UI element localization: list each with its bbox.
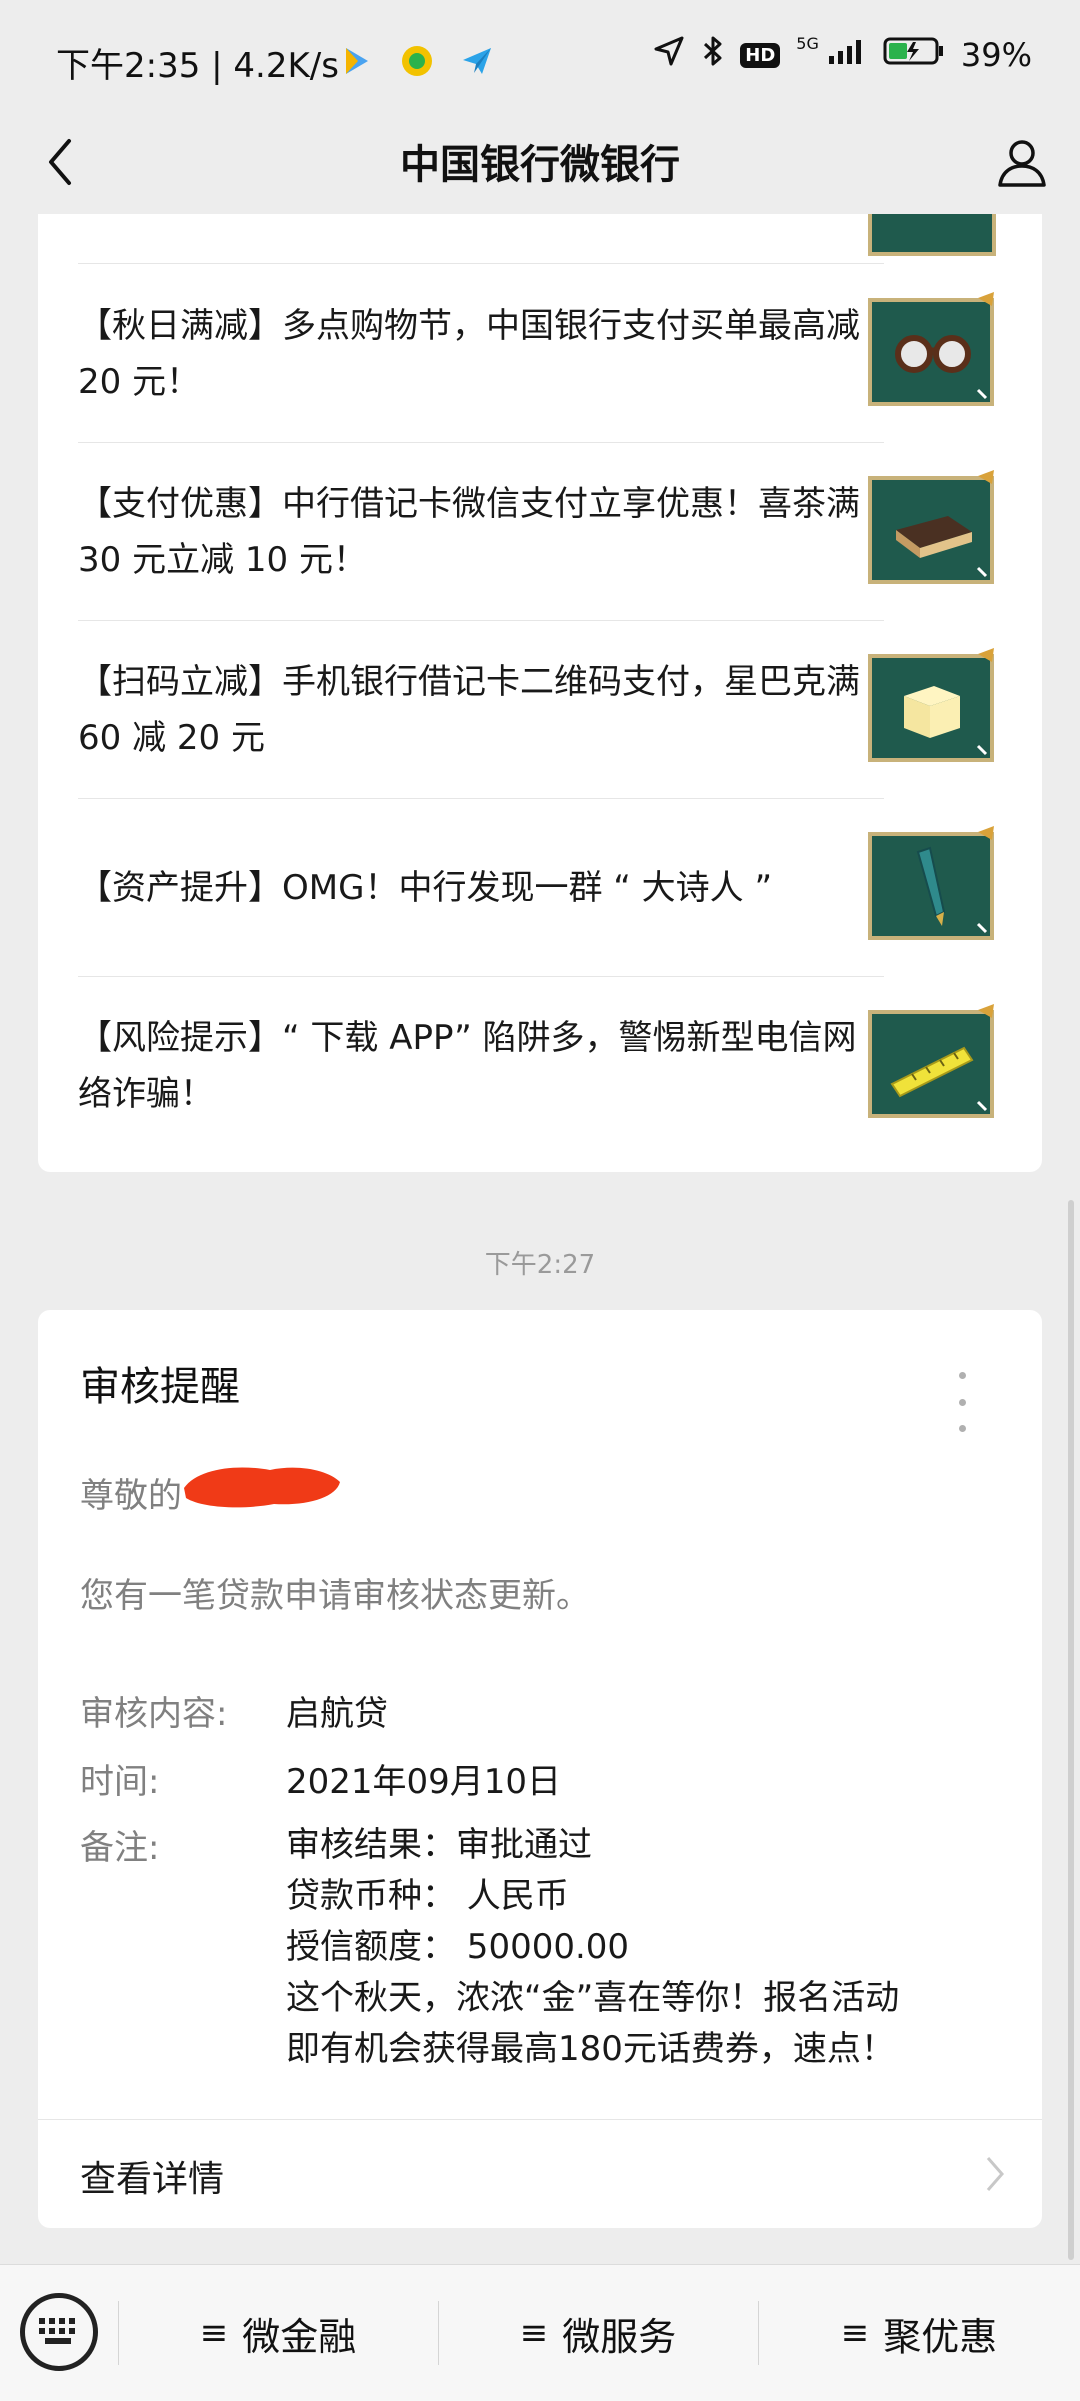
time-value: 2021年09月10日 bbox=[286, 1762, 562, 1802]
remark-content: 审核结果：审批通过 贷款币种： 人民币 授信额度： 50000.00 这个秋天，… bbox=[286, 1820, 899, 2075]
time-label: 时间: bbox=[80, 1762, 160, 1802]
remark-label: 备注: bbox=[80, 1828, 160, 1868]
dot-icon bbox=[958, 1398, 966, 1406]
article-title: 【风险提示】“ 下载 APP” 陷阱多，警惕新型电信网络诈骗！ bbox=[78, 1018, 857, 1114]
dot-icon bbox=[958, 1372, 966, 1379]
article-item[interactable]: 【资产提升】OMG！中行发现一群 “ 大诗人 ” bbox=[78, 799, 884, 977]
page-title: 中国银行微银行 bbox=[400, 142, 680, 188]
status-right: HD 5G 39% bbox=[652, 34, 1032, 76]
keyboard-icon bbox=[39, 2318, 75, 2344]
ruler-icon[interactable] bbox=[868, 1004, 998, 1118]
battery-percent: 39% bbox=[960, 36, 1032, 74]
menu-label: 微金融 bbox=[242, 2314, 357, 2359]
bottom-menu-bar: ≡ 微金融 ≡ 微服务 ≡ 聚优惠 bbox=[0, 2264, 1080, 2401]
sticky-notes-icon[interactable] bbox=[868, 648, 998, 762]
profile-button[interactable] bbox=[990, 126, 1054, 198]
article-item[interactable]: 【扫码立减】手机银行借记卡二维码支付，星巴克满 60 减 20 元 bbox=[78, 621, 884, 799]
bluetooth-icon bbox=[702, 34, 724, 76]
network-type: 5G bbox=[796, 33, 819, 53]
menu-label: 微服务 bbox=[562, 2314, 677, 2359]
notice-intro: 您有一笔贷款申请审核状态更新。 bbox=[80, 1576, 590, 1616]
greeting-text: 尊敬的 bbox=[80, 1476, 182, 1516]
menu-list-icon: ≡ bbox=[519, 2313, 549, 2353]
notice-title: 审核提醒 bbox=[80, 1364, 240, 1410]
chevron-right-icon bbox=[986, 2157, 1004, 2191]
menu-list-icon: ≡ bbox=[199, 2313, 229, 2353]
signal-icon bbox=[827, 36, 867, 74]
location-icon bbox=[652, 34, 686, 76]
menu-list-icon: ≡ bbox=[840, 2313, 870, 2353]
cake-box-icon[interactable] bbox=[868, 470, 998, 584]
menu-micro-service[interactable]: ≡ 微服务 bbox=[438, 2265, 758, 2401]
message-timestamp: 下午2:27 bbox=[484, 1250, 596, 1280]
title-bar: 中国银行微银行 bbox=[0, 110, 1080, 214]
content-value: 启航贷 bbox=[286, 1694, 388, 1734]
battery-icon bbox=[883, 36, 945, 74]
article-title: 【秋日满减】多点购物节，中国银行支付买单最高减 20 元！ bbox=[78, 305, 860, 402]
hd-badge: HD bbox=[740, 42, 781, 68]
menu-micro-finance[interactable]: ≡ 微金融 bbox=[118, 2265, 438, 2401]
remark-line: 授信额度： 50000.00 bbox=[286, 1927, 630, 1967]
article-title: 【资产提升】OMG！中行发现一群 “ 大诗人 ” bbox=[78, 867, 773, 908]
article-partial-top bbox=[78, 214, 884, 264]
remark-line: 即有机会获得最高180元话费券，速点！ bbox=[286, 2029, 895, 2069]
status-bar: 下午2:35 | 4.2K/s HD 5G 39% bbox=[0, 0, 1080, 110]
more-options-button[interactable] bbox=[952, 1372, 972, 1432]
scrollbar[interactable] bbox=[1068, 1200, 1074, 2260]
partial-thumbnail bbox=[868, 214, 998, 256]
remark-line: 贷款币种： 人民币 bbox=[286, 1876, 569, 1916]
app-notification-icon bbox=[400, 44, 434, 78]
redacted-name-mark bbox=[178, 1458, 346, 1514]
remark-line: 审核结果：审批通过 bbox=[286, 1825, 592, 1865]
article-list-card: 【秋日满减】多点购物节，中国银行支付买单最高减 20 元！ 【支付优惠】中行借记… bbox=[38, 214, 1042, 1172]
menu-deals[interactable]: ≡ 聚优惠 bbox=[758, 2265, 1080, 2401]
article-title: 【支付优惠】中行借记卡微信支付立享优惠！喜茶满 30 元立减 10 元！ bbox=[78, 483, 860, 580]
remark-line: 这个秋天，浓浓“金”喜在等你！报名活动 bbox=[286, 1978, 900, 2018]
view-details-label: 查看详情 bbox=[80, 2159, 225, 2200]
fountain-pen-icon[interactable] bbox=[868, 826, 998, 940]
article-title: 【扫码立减】手机银行借记卡二维码支付，星巴克满 60 减 20 元 bbox=[78, 661, 860, 758]
article-item[interactable]: 【支付优惠】中行借记卡微信支付立享优惠！喜茶满 30 元立减 10 元！ bbox=[78, 443, 884, 621]
article-item[interactable]: 【秋日满减】多点购物节，中国银行支付买单最高减 20 元！ bbox=[78, 265, 884, 443]
view-details-link[interactable]: 查看详情 bbox=[38, 2119, 1042, 2228]
status-app-icons bbox=[340, 44, 494, 78]
article-item[interactable]: 【风险提示】“ 下载 APP” 陷阱多，警惕新型电信网络诈骗！ bbox=[78, 977, 884, 1155]
loan-review-notice-card[interactable]: 审核提醒 尊敬的 您有一笔贷款申请审核状态更新。 审核内容: 启航贷 时间: 2… bbox=[38, 1310, 1042, 2228]
dot-icon bbox=[958, 1425, 966, 1432]
glasses-icon[interactable] bbox=[868, 292, 998, 406]
paper-plane-icon bbox=[460, 44, 494, 78]
keyboard-toggle-button[interactable] bbox=[20, 2293, 98, 2371]
play-store-icon bbox=[340, 44, 374, 78]
user-icon bbox=[998, 140, 1046, 187]
status-time-speed: 下午2:35 | 4.2K/s bbox=[56, 46, 339, 86]
content-label: 审核内容: bbox=[80, 1694, 228, 1734]
menu-label: 聚优惠 bbox=[883, 2314, 998, 2359]
